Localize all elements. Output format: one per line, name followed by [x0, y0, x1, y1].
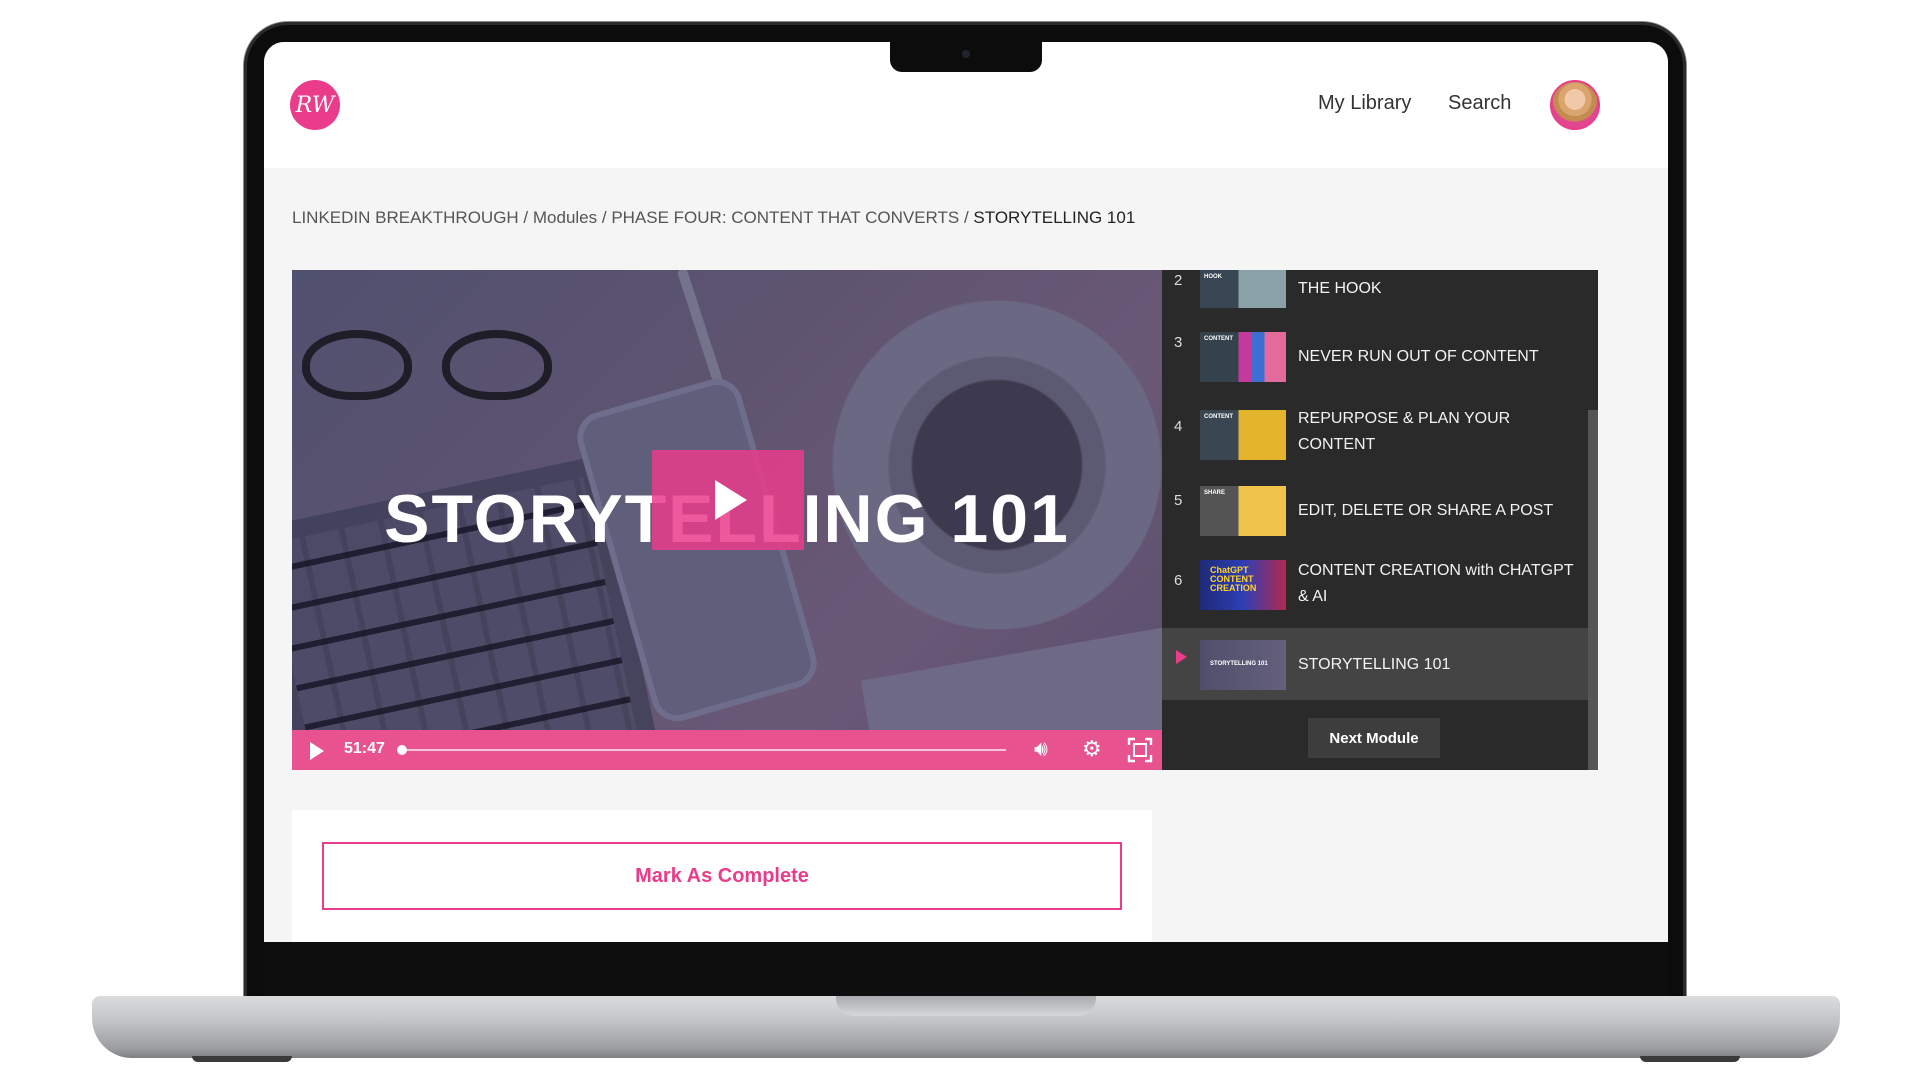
playlist-item[interactable]: 2 HOOK THE HOOK — [1162, 270, 1588, 318]
nav-search[interactable]: Search — [1448, 92, 1511, 115]
playlist-item-title: NEVER RUN OUT OF CONTENT — [1298, 348, 1539, 365]
play-icon — [715, 480, 747, 520]
thumbnail-text: ChatGPT CONTENT CREATION — [1210, 565, 1257, 593]
nav-my-library[interactable]: My Library — [1318, 92, 1411, 115]
play-icon[interactable] — [310, 742, 324, 760]
laptop-foot-right — [1640, 1056, 1740, 1062]
playlist-item-number: 5 — [1174, 492, 1183, 509]
playlist-item[interactable]: 3 CONTENT NEVER RUN OUT OF CONTENT — [1162, 332, 1588, 392]
thumbnail-text: CONTENT — [1204, 414, 1233, 420]
user-avatar[interactable] — [1550, 80, 1600, 130]
playlist-item[interactable]: 6 ChatGPT CONTENT CREATION CONTENT CREAT… — [1162, 554, 1588, 614]
playlist-item-thumbnail: HOOK — [1200, 270, 1286, 308]
laptop-foot-left — [192, 1056, 292, 1062]
breadcrumb-item-course[interactable]: LINKEDIN BREAKTHROUGH — [292, 208, 519, 227]
volume-icon[interactable]: 🔊︎ — [1034, 736, 1048, 764]
video-controls: 51:47 🔊︎ ⚙ — [292, 730, 1162, 770]
breadcrumb-item-phase[interactable]: PHASE FOUR: CONTENT THAT CONVERTS — [611, 208, 959, 227]
video-time: 51:47 — [344, 740, 385, 757]
playlist-scrollbar[interactable] — [1588, 410, 1598, 770]
playlist-item[interactable]: 4 CONTENT REPURPOSE & PLAN YOUR CONTENT — [1162, 406, 1588, 466]
lesson-actions-panel: Mark As Complete — [292, 810, 1152, 942]
breadcrumb-current: STORYTELLING 101 — [973, 208, 1136, 227]
playlist-item-thumbnail: ChatGPT CONTENT CREATION — [1200, 560, 1286, 610]
playlist-item-number: 6 — [1174, 572, 1183, 589]
progress-bar[interactable] — [397, 745, 1006, 755]
thumbnail-text: SHARE — [1204, 490, 1226, 496]
brand-logo[interactable]: RW — [290, 80, 340, 130]
breadcrumb-item-modules[interactable]: Modules — [533, 208, 597, 227]
module-playlist: 2 HOOK THE HOOK 3 CONTENT NEVER RUN OUT … — [1162, 270, 1598, 770]
thumbnail-text: STORYTELLING 101 — [1210, 661, 1268, 667]
playlist-item-number: 3 — [1174, 334, 1183, 351]
video-player[interactable]: STORYTELLING 101 51:47 🔊︎ ⚙ — [292, 270, 1162, 770]
playlist-item-title: CONTENT CREATION with CHATGPT & AI — [1298, 562, 1574, 605]
thumbnail-text: HOOK — [1204, 274, 1222, 280]
playlist-item-thumbnail: SHARE — [1200, 486, 1286, 536]
playlist-item-thumbnail: STORYTELLING 101 — [1200, 640, 1286, 690]
playlist-item-title: THE HOOK — [1298, 280, 1382, 297]
breadcrumb-separator: / — [518, 208, 533, 227]
playlist-item-title: STORYTELLING 101 — [1298, 656, 1451, 673]
laptop-bezel — [264, 942, 1668, 996]
playlist-item-active[interactable]: STORYTELLING 101 STORYTELLING 101 — [1162, 628, 1588, 700]
settings-gear-icon[interactable]: ⚙ — [1082, 736, 1102, 764]
video-bg-glasses — [302, 300, 562, 410]
playlist-item-number: 4 — [1174, 418, 1183, 435]
browser-screen: RW My Library Search LINKEDIN BREAKTHROU… — [264, 42, 1668, 942]
playlist-item[interactable]: 5 SHARE EDIT, DELETE OR SHARE A POST — [1162, 480, 1588, 540]
playlist-item-number: 2 — [1174, 272, 1183, 289]
playlist-item-title: REPURPOSE & PLAN YOUR CONTENT — [1298, 410, 1511, 453]
breadcrumb-separator: / — [597, 208, 612, 227]
next-module-button[interactable]: Next Module — [1308, 718, 1440, 758]
laptop-base-notch — [836, 996, 1096, 1016]
playlist-item-title: EDIT, DELETE OR SHARE A POST — [1298, 502, 1554, 519]
progress-knob[interactable] — [397, 745, 407, 755]
breadcrumb-separator: / — [959, 208, 974, 227]
camera-notch — [890, 42, 1042, 72]
mark-complete-button[interactable]: Mark As Complete — [322, 842, 1122, 910]
camera-icon — [962, 50, 970, 58]
video-bg-coffee — [832, 300, 1162, 630]
now-playing-icon — [1176, 650, 1187, 664]
breadcrumb: LINKEDIN BREAKTHROUGH / Modules / PHASE … — [292, 208, 1135, 228]
fullscreen-icon[interactable] — [1126, 736, 1156, 764]
big-play-button[interactable] — [652, 450, 804, 550]
thumbnail-text: CONTENT — [1204, 336, 1233, 342]
playlist-item-thumbnail: CONTENT — [1200, 332, 1286, 382]
playlist-item-thumbnail: CONTENT — [1200, 410, 1286, 460]
